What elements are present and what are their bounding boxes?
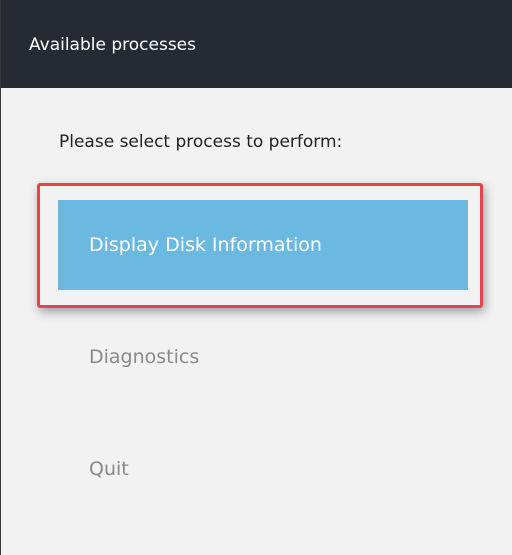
title-bar: Available processes [1,0,512,88]
select-process-prompt: Please select process to perform: [59,132,343,152]
option-label: Diagnostics [89,346,200,368]
option-diagnostics[interactable]: Diagnostics [58,312,468,402]
process-selection-window: Available processes Please select proces… [0,0,512,555]
option-label: Quit [89,458,129,480]
option-quit[interactable]: Quit [58,424,468,514]
window-title: Available processes [29,35,196,55]
selection-highlight-box [37,183,483,308]
